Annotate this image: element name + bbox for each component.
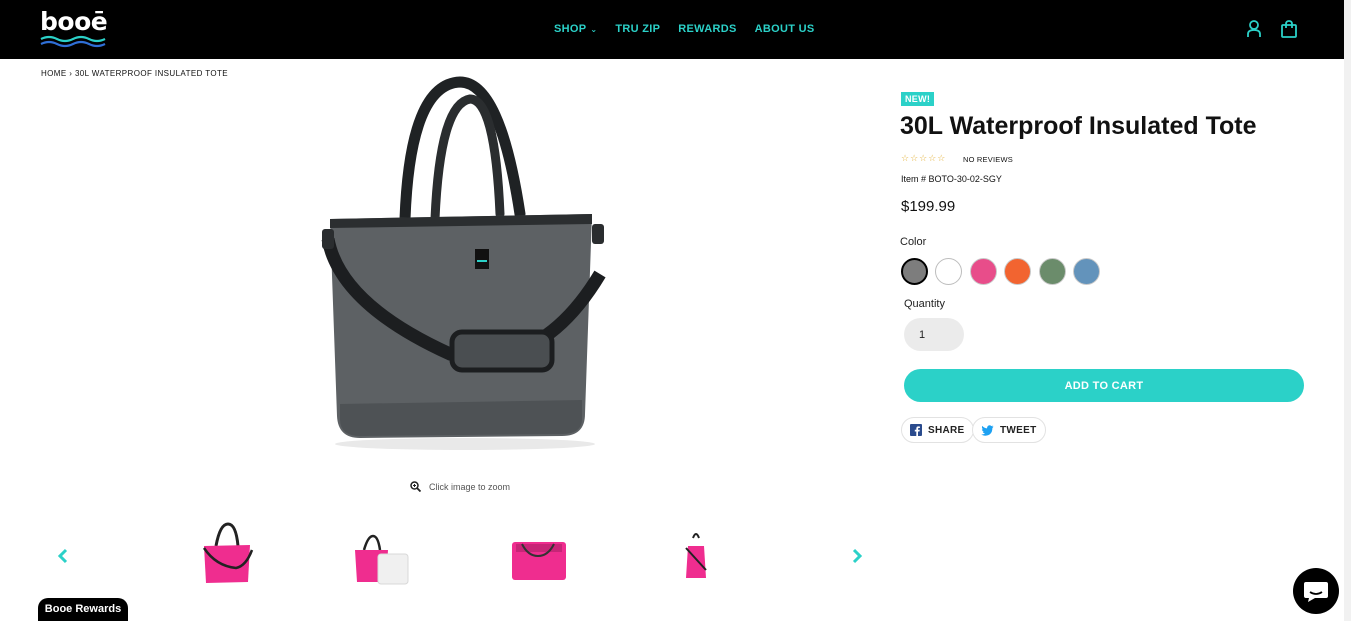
- color-swatch-white[interactable]: [935, 258, 962, 285]
- nav-rewards[interactable]: REWARDS: [678, 23, 736, 35]
- quantity-label: Quantity: [904, 298, 945, 310]
- twitter-icon: [981, 424, 994, 436]
- zoom-hint: Click image to zoom: [410, 481, 510, 492]
- color-swatch-gray[interactable]: [901, 258, 928, 285]
- chat-launcher[interactable]: [1293, 568, 1339, 614]
- logo-wordmark: booē: [40, 7, 108, 36]
- zoom-icon: [410, 481, 421, 492]
- share-label: SHARE: [928, 424, 965, 436]
- quantity-input[interactable]: [904, 318, 964, 351]
- nav-tru-zip[interactable]: TRU ZIP: [615, 23, 660, 35]
- tweet-label: TWEET: [1000, 424, 1037, 436]
- chat-icon: [1304, 582, 1328, 602]
- breadcrumb-current: 30L WATERPROOF INSULATED TOTE: [74, 69, 229, 78]
- new-badge: NEW!: [901, 92, 935, 106]
- color-swatch-orange[interactable]: [1004, 258, 1031, 285]
- color-swatch-pink[interactable]: [970, 258, 997, 285]
- breadcrumb-separator: ›: [69, 69, 73, 78]
- account-icon[interactable]: [1245, 19, 1263, 39]
- product-sku: Item # BOTO-30-02-SGY: [901, 174, 1002, 184]
- rewards-launcher[interactable]: Booe Rewards: [38, 598, 128, 621]
- nav-shop-label: SHOP: [554, 23, 587, 35]
- color-swatch-green[interactable]: [1039, 258, 1066, 285]
- breadcrumb: HOME › 30L WATERPROOF INSULATED TOTE: [41, 69, 228, 78]
- main-product-image[interactable]: [300, 74, 630, 454]
- product-price: $199.99: [901, 198, 956, 215]
- breadcrumb-home[interactable]: HOME: [41, 69, 67, 78]
- booe-logo[interactable]: booē: [40, 7, 110, 48]
- chevron-down-icon: ⌄: [590, 25, 598, 34]
- add-to-cart-button[interactable]: ADD TO CART: [904, 369, 1304, 402]
- share-facebook-button[interactable]: SHARE: [901, 417, 974, 443]
- site-header: booē SHOP ⌄ TRU ZIP REWARDS ABOUT US: [0, 0, 1351, 59]
- thumb-pink-tote-front[interactable]: [196, 520, 256, 590]
- thumb-pink-tote-with-liner[interactable]: [350, 520, 410, 590]
- product-title: 30L Waterproof Insulated Tote: [900, 112, 1257, 140]
- page-scrollbar[interactable]: [1344, 0, 1351, 621]
- main-nav: SHOP ⌄ TRU ZIP REWARDS ABOUT US: [554, 23, 832, 35]
- thumb-pink-tote-top[interactable]: [508, 520, 568, 590]
- cart-icon[interactable]: [1280, 19, 1298, 39]
- zoom-hint-text: Click image to zoom: [429, 481, 511, 492]
- nav-about-us[interactable]: ABOUT US: [755, 23, 815, 35]
- thumb-pink-tote-side[interactable]: [666, 520, 726, 590]
- logo-waves: [40, 35, 106, 48]
- nav-shop[interactable]: SHOP ⌄: [554, 23, 597, 35]
- facebook-icon: [910, 424, 922, 436]
- share-twitter-button[interactable]: TWEET: [972, 417, 1046, 443]
- reviews-count[interactable]: NO REVIEWS: [963, 155, 1013, 164]
- rating-stars[interactable]: ☆☆☆☆☆: [901, 153, 946, 164]
- chevron-left-icon[interactable]: [56, 547, 70, 565]
- chevron-right-icon[interactable]: [850, 547, 864, 565]
- color-swatch-blue[interactable]: [1073, 258, 1100, 285]
- color-label: Color: [900, 236, 927, 248]
